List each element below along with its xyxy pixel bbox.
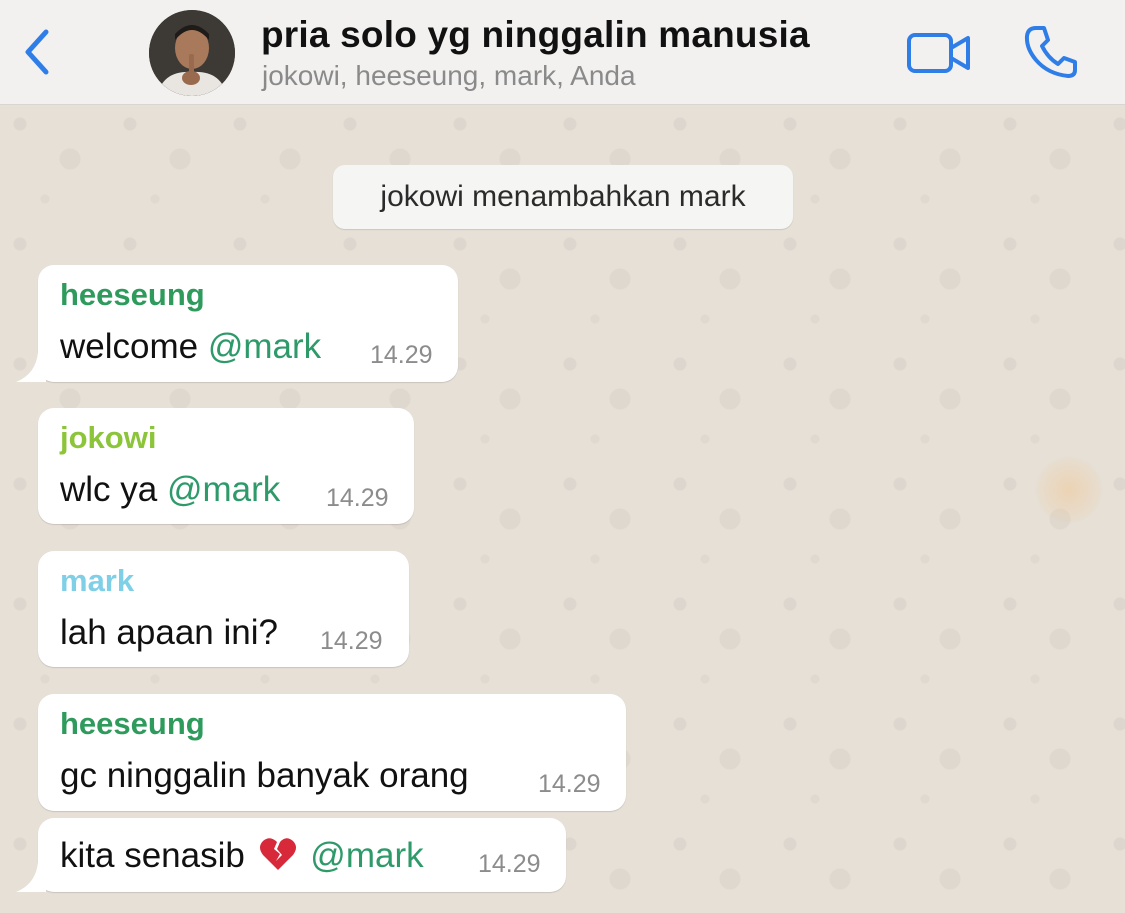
phone-icon (1024, 26, 1077, 78)
message-bubble[interactable]: mark lah apaan ini? 14.29 (38, 551, 409, 667)
mention-link[interactable]: @mark (208, 327, 321, 366)
voice-call-button[interactable] (1024, 24, 1078, 80)
mention-link[interactable]: @mark (167, 470, 280, 509)
chat-header: pria solo yg ninggalin manusia jokowi, h… (0, 0, 1125, 105)
group-avatar[interactable] (149, 10, 235, 96)
message-text: lah apaan ini? (60, 613, 278, 652)
broken-heart-icon (259, 838, 296, 870)
message-bubble[interactable]: jokowi wlc ya @mark 14.29 (38, 408, 414, 524)
background-sticker (1034, 455, 1104, 525)
chat-title[interactable]: pria solo yg ninggalin manusia (261, 14, 810, 56)
system-message: jokowi menambahkan mark (333, 165, 793, 229)
sender-name: heeseung (60, 706, 205, 741)
message-text: gc ninggalin banyak orang (60, 756, 469, 795)
chevron-left-icon (25, 29, 49, 75)
message-time: 14.29 (326, 484, 389, 512)
message-bubble[interactable]: heeseung gc ninggalin banyak orang 14.29 (38, 694, 626, 811)
sender-name: heeseung (60, 277, 205, 312)
sender-name: mark (60, 563, 135, 598)
video-camera-icon (907, 33, 970, 73)
bubble-tail (16, 862, 46, 892)
message-time: 14.29 (370, 341, 433, 369)
sender-name: jokowi (60, 420, 157, 455)
message-time: 14.29 (320, 627, 383, 655)
message-time: 14.29 (538, 770, 601, 798)
mention-link[interactable]: @mark (310, 836, 423, 875)
back-button[interactable] (18, 26, 58, 78)
message-body: kita senasib (60, 836, 245, 875)
message-body: welcome (60, 327, 199, 366)
bubble-tail (16, 352, 46, 382)
message-bubble[interactable]: kita senasib @mark 14.29 (16, 818, 566, 892)
video-call-button[interactable] (906, 30, 972, 76)
message-text: wlc ya @mark (60, 470, 280, 510)
message-time: 14.29 (478, 850, 541, 878)
message-text: kita senasib @mark (60, 836, 424, 876)
message-body: wlc ya (60, 470, 158, 509)
avatar-image (149, 10, 235, 96)
message-text: welcome @mark (60, 327, 321, 367)
group-members[interactable]: jokowi, heeseung, mark, Anda (262, 60, 636, 92)
message-bubble[interactable]: heeseung welcome @mark 14.29 (16, 265, 458, 382)
